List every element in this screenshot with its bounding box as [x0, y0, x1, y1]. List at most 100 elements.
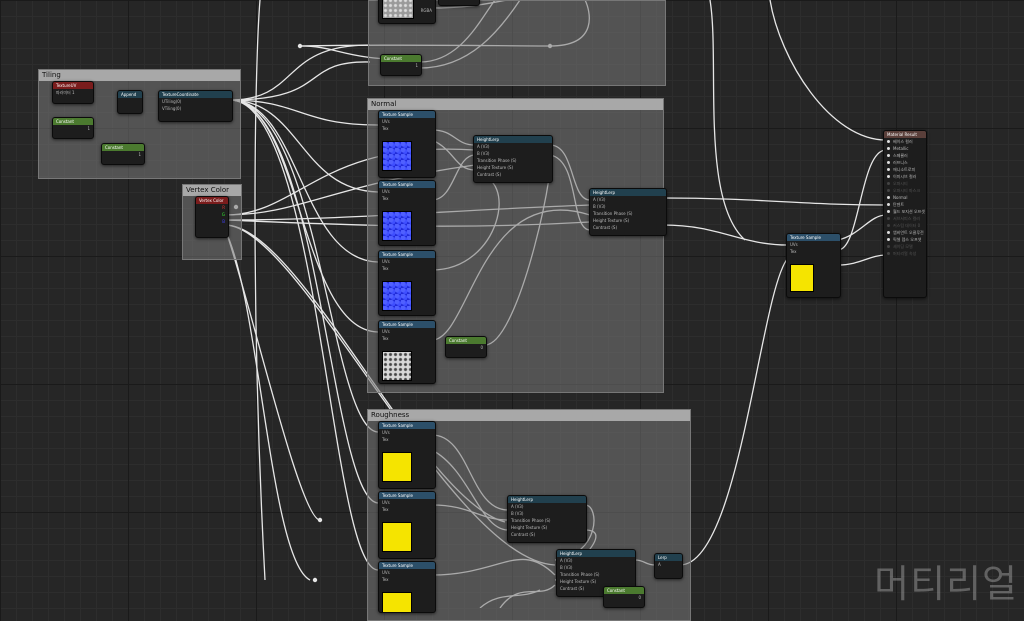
- pin-label: VTiling(0): [162, 106, 182, 111]
- node-title: HeightLerp: [590, 189, 666, 196]
- result-pin[interactable]: 탄젠트: [884, 201, 926, 208]
- node-title: HeightLerp: [557, 550, 635, 557]
- pin-label: Transition Phase (S): [477, 158, 517, 163]
- result-pin[interactable]: 오파시티 마스크: [884, 187, 926, 194]
- pin-label: 0: [480, 345, 483, 350]
- texture-sample-node[interactable]: RGBA: [378, 0, 436, 24]
- node-title: HeightLerp: [474, 136, 552, 143]
- pin-label: G: [221, 212, 225, 217]
- pin-label: UVs: [382, 570, 390, 575]
- pin-label: A (V3): [593, 197, 606, 202]
- texture-sample-node[interactable]: Texture Sample UVs Tex: [378, 110, 436, 178]
- node-title: Constant: [604, 587, 644, 594]
- texture-sample-node[interactable]: Texture Sample UVs Tex: [378, 421, 436, 489]
- pin-label: Contrast (S): [477, 172, 502, 177]
- vertex-color-node[interactable]: Vertex Color R G B: [195, 196, 229, 238]
- texture-sample-node[interactable]: Texture Sample UVs Tex: [378, 561, 436, 613]
- result-pin[interactable]: 셰이딩 모델: [884, 243, 926, 250]
- result-pin[interactable]: 스페큘러: [884, 152, 926, 159]
- texture-preview: [382, 0, 414, 19]
- result-pin[interactable]: 픽셀 뎁스 오프셋: [884, 236, 926, 243]
- result-pin[interactable]: 러프니스: [884, 159, 926, 166]
- result-pin[interactable]: Metallic: [884, 145, 926, 152]
- pin-label: Tex: [382, 196, 389, 201]
- node-title: HeightLerp: [508, 496, 586, 503]
- result-pin[interactable]: 앰비언트 오클루전: [884, 229, 926, 236]
- node-title: TextureCoordinate: [159, 91, 232, 98]
- texture-preview: [382, 211, 412, 241]
- constant-node[interactable]: Constant 1: [101, 143, 145, 165]
- result-pin[interactable]: 머티리얼 속성: [884, 250, 926, 257]
- height-lerp-node[interactable]: HeightLerp A (V3) B (V3) Transition Phas…: [473, 135, 553, 183]
- pin-label: Tex: [382, 266, 389, 271]
- pin-label: UVs: [382, 189, 390, 194]
- result-pin[interactable]: 이미시브 컬러: [884, 173, 926, 180]
- pin-label: UVs: [382, 329, 390, 334]
- texture-sample-node[interactable]: Texture Sample UVs Tex: [378, 180, 436, 246]
- pin-label: UVs: [382, 259, 390, 264]
- constant-node[interactable]: Constant 0: [445, 336, 487, 358]
- node-title: Material Result: [884, 131, 926, 138]
- node-title: Lerp: [655, 554, 682, 561]
- constant-node[interactable]: Constant 1: [380, 54, 422, 76]
- pin-label: 0: [638, 595, 641, 600]
- pin-label: Height Texture (S): [593, 218, 630, 223]
- pin-label: Tex: [382, 336, 389, 341]
- pin-label: A (V3): [511, 504, 524, 509]
- pin-label: B (V3): [477, 151, 490, 156]
- height-lerp-node[interactable]: HeightLerp A (V3) B (V3) Transition Phas…: [507, 495, 587, 543]
- node-title: Constant: [102, 144, 144, 151]
- pin-label: Contrast (S): [511, 532, 536, 537]
- constant-node[interactable]: Constant 0: [603, 586, 645, 608]
- result-pin[interactable]: 월드 포지션 오프셋: [884, 208, 926, 215]
- pin-label: UTiling(0): [162, 99, 182, 104]
- pin-label: Transition Phase (S): [560, 572, 600, 577]
- pin-label: Tex: [382, 507, 389, 512]
- node-title: Texture Sample: [379, 562, 435, 569]
- pin-label: Height Texture (S): [477, 165, 514, 170]
- comment-title: Normal: [368, 99, 663, 110]
- pin-label: UVs: [382, 430, 390, 435]
- pin-label: Transition Phase (S): [511, 518, 551, 523]
- node-title: TextureUV: [53, 82, 93, 89]
- pin-label: Tex: [382, 437, 389, 442]
- pin-label: UVs: [790, 242, 798, 247]
- pin-label: B: [222, 219, 225, 224]
- texture-preview: [382, 141, 412, 171]
- node-title: Texture Sample: [379, 251, 435, 258]
- node-title: Constant: [381, 55, 421, 62]
- tiling-parameter-node[interactable]: TextureUV 파라미터 1: [52, 81, 94, 104]
- result-pin[interactable]: 서브서피스 컬러: [884, 215, 926, 222]
- texture-sample-node[interactable]: Texture Sample UVs Tex: [378, 320, 436, 384]
- append-node[interactable]: Append: [117, 90, 143, 114]
- pin-label: Tex: [790, 249, 797, 254]
- result-pin[interactable]: 애니소트로피: [884, 166, 926, 173]
- texture-sample-node[interactable]: Texture Sample UVs Tex: [378, 491, 436, 559]
- pin-label: Tex: [382, 126, 389, 131]
- pin-label: UVs: [382, 500, 390, 505]
- result-pin-list: 베이스 컬러 Metallic 스페큘러 러프니스 애니소트로피 이미시브 컬러 오파시티 오…: [884, 138, 926, 257]
- texture-preview: [382, 351, 412, 381]
- function-node[interactable]: [438, 0, 480, 6]
- result-pin[interactable]: Normal: [884, 194, 926, 201]
- comment-title: Roughness: [368, 410, 690, 421]
- pin-label: 1: [415, 63, 418, 68]
- result-pin[interactable]: 베이스 컬러: [884, 138, 926, 145]
- lerp-node[interactable]: Lerp A: [654, 553, 683, 579]
- constant-node[interactable]: Constant 1: [52, 117, 94, 139]
- node-title: Vertex Color: [196, 197, 228, 204]
- pin-label: Height Texture (S): [511, 525, 548, 530]
- pin-label: A: [658, 562, 661, 567]
- comment-title: Vertex Color: [183, 185, 241, 196]
- texture-sample-node[interactable]: Texture Sample UVs Tex: [786, 233, 841, 298]
- pin-label: A (V3): [560, 558, 573, 563]
- node-title: Texture Sample: [379, 492, 435, 499]
- result-pin[interactable]: 커스텀 데이터 0: [884, 222, 926, 229]
- height-lerp-node[interactable]: HeightLerp A (V3) B (V3) Transition Phas…: [589, 188, 667, 236]
- texture-sample-node[interactable]: Texture Sample UVs Tex: [378, 250, 436, 316]
- material-result-node[interactable]: Material Result 베이스 컬러 Metallic 스페큘러 러프니스 애니…: [883, 130, 927, 298]
- pin-label: 1: [87, 126, 90, 131]
- texcoord-node[interactable]: TextureCoordinate UTiling(0) VTiling(0): [158, 90, 233, 122]
- pin-label: Contrast (S): [593, 225, 618, 230]
- result-pin[interactable]: 오파시티: [884, 180, 926, 187]
